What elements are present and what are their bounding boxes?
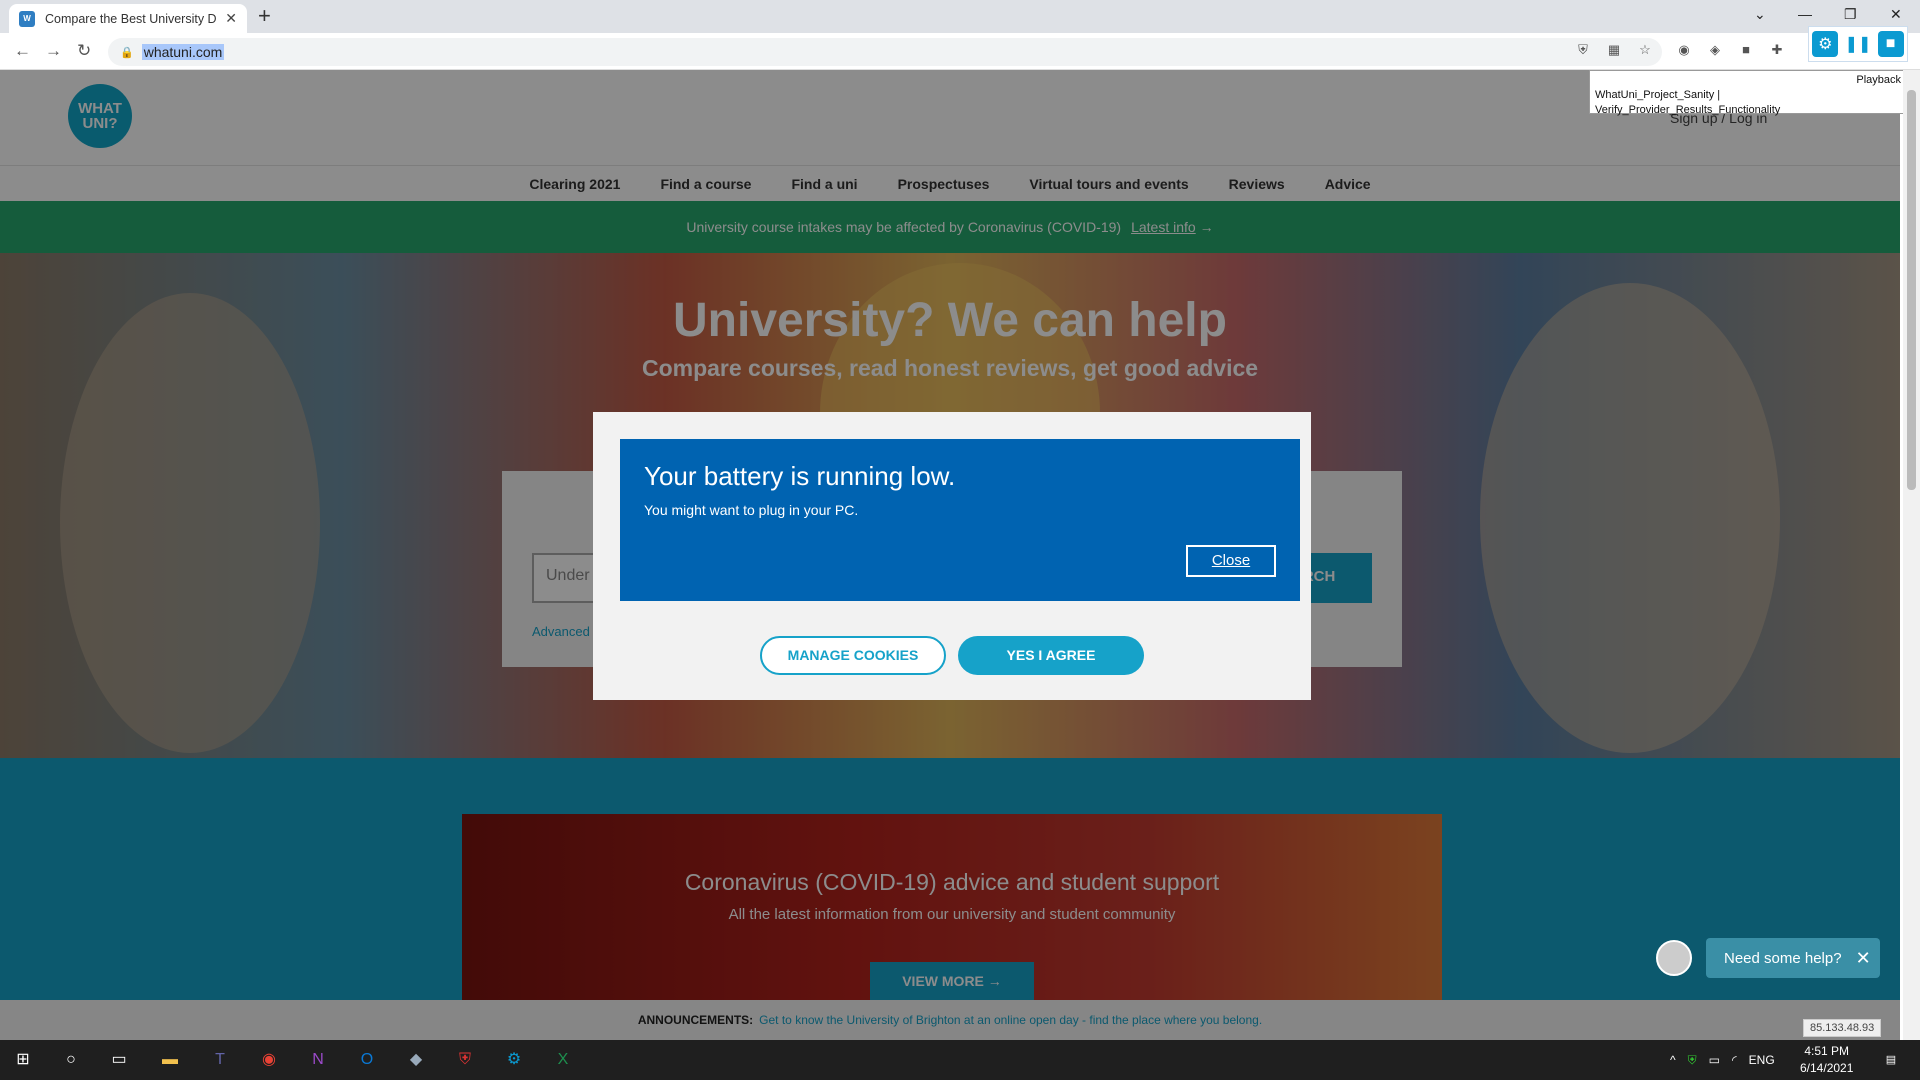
notifications-icon[interactable]: ▤ — [1878, 1048, 1904, 1072]
recorder-app-icon[interactable]: ⚙ — [501, 1048, 527, 1072]
tab-title: Compare the Best University Deg — [45, 11, 218, 26]
security-icon[interactable]: ⛨ — [1688, 1053, 1697, 1068]
shield-app-icon[interactable]: ⛨ — [452, 1048, 478, 1072]
agree-button[interactable]: YES I AGREE — [958, 636, 1144, 675]
task-view-icon[interactable]: ▭ — [106, 1048, 132, 1072]
tab-search-icon[interactable]: ⌄ — [1754, 6, 1766, 23]
onenote-icon[interactable]: N — [305, 1048, 331, 1072]
lock-icon: 🔒 — [120, 46, 134, 59]
system-tray: ^ ⛨ ▭ ◜ ENG — [1670, 1040, 1775, 1080]
windows-taskbar: ⊞ ○ ▭ ▬ T ◉ N O ◆ ⛨ ⚙ X ^ ⛨ ▭ ◜ ENG 4:51… — [0, 1040, 1920, 1080]
url-text: whatuni.com — [141, 44, 225, 60]
scrollbar-thumb[interactable] — [1907, 90, 1916, 490]
clock-time: 4:51 PM — [1804, 1044, 1850, 1058]
recorder-tooltip: Playback WhatUni_Project_Sanity | Verify… — [1589, 70, 1907, 116]
address-bar[interactable]: 🔒 whatuni.com — [108, 38, 1662, 66]
help-chat-widget[interactable]: Need some help? ✕ — [1706, 938, 1880, 978]
search-icon[interactable]: ○ — [58, 1048, 84, 1072]
stop-icon[interactable]: ■ — [1877, 31, 1904, 57]
clock[interactable]: 4:51 PM 6/14/2021 — [1800, 1043, 1853, 1077]
chat-avatar[interactable] — [1656, 940, 1692, 976]
extension-icon[interactable]: ◈ — [1707, 42, 1723, 58]
screen: W Compare the Best University Deg ✕ + ⌄ … — [0, 0, 1920, 1080]
minimize-icon[interactable]: — — [1798, 6, 1812, 22]
pause-icon[interactable]: ❚❚ — [1845, 31, 1871, 57]
close-window-icon[interactable]: ✕ — [1890, 6, 1902, 23]
recorder-toolbar: ⚙ ❚❚ ■ — [1808, 26, 1908, 62]
bookmark-star-icon[interactable]: ☆ — [1637, 42, 1653, 58]
windows-start-icon[interactable]: ⊞ — [10, 1048, 36, 1072]
chevron-up-icon[interactable]: ^ — [1670, 1053, 1676, 1067]
recorder-logo-icon[interactable]: ⚙ — [1812, 31, 1839, 57]
ip-address: 85.133.48.93 — [1803, 1019, 1882, 1037]
extensions-puzzle-icon[interactable]: ✚ — [1769, 42, 1785, 58]
wifi-icon[interactable]: ◜ — [1732, 1053, 1737, 1067]
extension-icon[interactable]: ◉ — [1676, 42, 1692, 58]
restore-icon[interactable]: ❐ — [1844, 6, 1857, 23]
tooltip-text: WhatUni_Project_Sanity | Verify_Provider… — [1595, 89, 1781, 116]
battery-title: Your battery is running low. — [644, 461, 956, 491]
app-icon[interactable]: ◆ — [403, 1048, 429, 1072]
back-icon[interactable]: ← — [14, 41, 31, 61]
reload-icon[interactable]: ↻ — [77, 41, 91, 61]
manage-cookies-button[interactable]: MANAGE COOKIES — [760, 636, 946, 675]
close-chat-icon[interactable]: ✕ — [1856, 948, 1871, 969]
page-scrollbar[interactable] — [1903, 70, 1920, 1040]
chrome-icon[interactable]: ◉ — [256, 1048, 282, 1072]
browser-toolbar: ← → ↻ 🔒 whatuni.com ⛨ ▦ ☆ ◉ ◈ ■ ✚ — [0, 33, 1920, 70]
battery-message: You might want to plug in your PC. — [644, 502, 859, 518]
tooltip-title: Playback — [1856, 74, 1901, 86]
clock-date: 6/14/2021 — [1800, 1061, 1854, 1075]
forward-icon[interactable]: → — [45, 41, 62, 61]
file-explorer-icon[interactable]: ▬ — [157, 1048, 183, 1072]
chat-text: Need some help? — [1724, 949, 1842, 967]
whatuni-favicon-icon: W — [19, 10, 35, 27]
site-info-icon[interactable]: ⛨ — [1575, 42, 1591, 58]
close-tab-icon[interactable]: ✕ — [225, 10, 237, 27]
battery-notification: Your battery is running low. You might w… — [620, 439, 1300, 601]
outlook-icon[interactable]: O — [354, 1048, 380, 1072]
close-button[interactable]: Close — [1186, 545, 1276, 577]
excel-icon[interactable]: X — [550, 1048, 576, 1072]
battery-icon[interactable]: ▭ — [1709, 1053, 1720, 1067]
browser-tab-bar: W Compare the Best University Deg ✕ + ⌄ … — [0, 0, 1920, 33]
qr-icon[interactable]: ▦ — [1606, 42, 1622, 58]
extension-icon[interactable]: ■ — [1738, 42, 1754, 58]
teams-icon[interactable]: T — [207, 1048, 233, 1072]
browser-tab[interactable]: W Compare the Best University Deg ✕ — [9, 4, 247, 33]
language-indicator[interactable]: ENG — [1749, 1053, 1775, 1067]
new-tab-icon[interactable]: + — [258, 5, 271, 27]
